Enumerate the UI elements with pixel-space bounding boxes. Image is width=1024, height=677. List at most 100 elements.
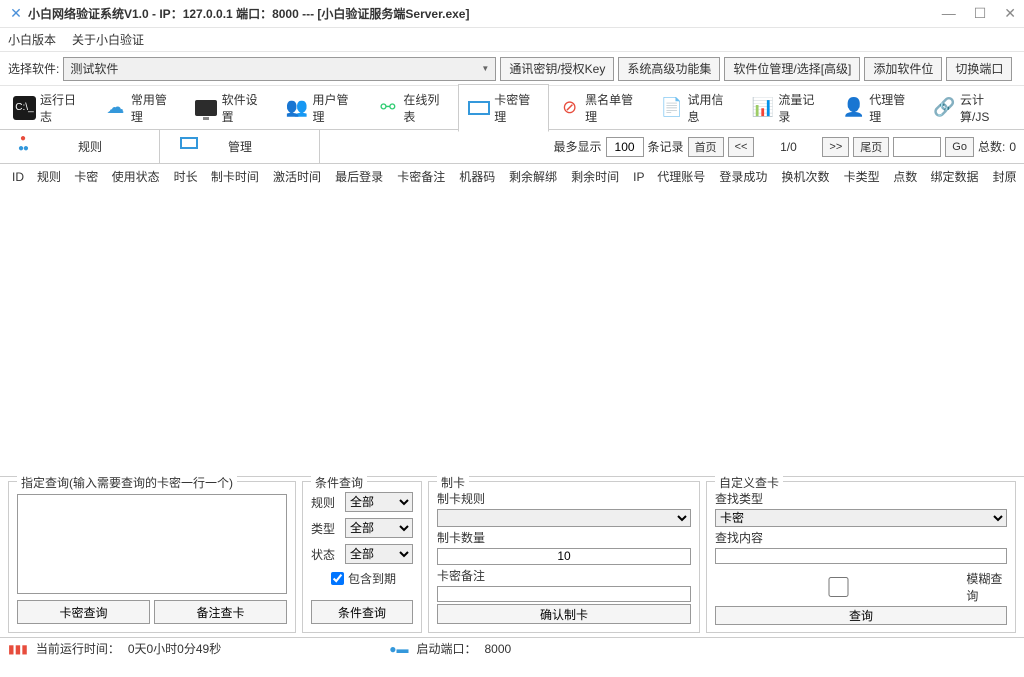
table-header[interactable]: 绑定数据 xyxy=(925,164,987,189)
rule-select[interactable]: 全部 xyxy=(345,492,413,512)
bottom-panels: 指定查询(输入需要查询的卡密一行一个) 卡密查询 备注查卡 条件查询 规则 全部… xyxy=(0,477,1024,637)
card-query-textarea[interactable] xyxy=(17,494,287,594)
max-label: 最多显示 xyxy=(554,138,602,155)
table-header[interactable]: ID xyxy=(0,164,31,189)
menu-about[interactable]: 关于小白验证 xyxy=(72,31,144,48)
table-header[interactable]: 换机次数 xyxy=(775,164,837,189)
chart-icon: 📊 xyxy=(751,96,774,120)
menu-version[interactable]: 小白版本 xyxy=(8,31,56,48)
paging-controls: 最多显示 条记录 首页 << 1/0 >> 尾页 Go 总数: 0 xyxy=(554,137,1024,157)
remark-query-button[interactable]: 备注查卡 xyxy=(154,600,287,624)
make-remark-label: 卡密备注 xyxy=(437,567,691,584)
port-label: 启动端口： xyxy=(416,640,476,657)
go-button[interactable]: Go xyxy=(945,137,974,157)
software-select[interactable]: 测试软件 xyxy=(63,57,496,81)
table-header[interactable]: 剩余时间 xyxy=(565,164,627,189)
table-header[interactable]: 卡密备注 xyxy=(391,164,453,189)
type-select[interactable]: 全部 xyxy=(345,518,413,538)
table-header[interactable]: IP xyxy=(627,164,651,189)
agent-icon: 👤 xyxy=(842,96,865,120)
tab-users[interactable]: 👥用户管理 xyxy=(277,84,368,132)
table-header[interactable]: 最后登录 xyxy=(329,164,391,189)
table-header[interactable]: 规则 xyxy=(31,164,68,189)
runtime-icon: ▮▮▮ xyxy=(8,642,28,656)
software-row: 选择软件: 测试软件 通讯密钥/授权Key 系统高级功能集 软件位管理/选择[高… xyxy=(0,52,1024,86)
make-rule-select[interactable] xyxy=(437,509,691,527)
table-header[interactable]: 代理账号 xyxy=(651,164,713,189)
tab-trial[interactable]: 📄试用信息 xyxy=(652,84,743,132)
panel-custom-query: 自定义查卡 查找类型 卡密 查找内容 模糊查询 查询 xyxy=(706,481,1016,633)
document-icon: 📄 xyxy=(661,96,684,120)
btn-add-slot[interactable]: 添加软件位 xyxy=(864,57,942,81)
tab-traffic[interactable]: 📊流量记录 xyxy=(742,84,833,132)
panel-specific-query: 指定查询(输入需要查询的卡密一行一个) 卡密查询 备注查卡 xyxy=(8,481,296,633)
first-page-button[interactable]: 首页 xyxy=(688,137,724,157)
sub-tab-rules[interactable]: 规则 xyxy=(0,130,160,163)
custom-query-button[interactable]: 查询 xyxy=(715,606,1007,625)
link-icon: 🔗 xyxy=(933,96,956,120)
table-header[interactable]: 剩余解绑 xyxy=(503,164,565,189)
tab-common[interactable]: ☁常用管理 xyxy=(95,84,186,132)
fuzzy-checkbox[interactable] xyxy=(715,577,962,597)
btn-advanced[interactable]: 系统高级功能集 xyxy=(618,57,720,81)
minimize-button[interactable]: — xyxy=(942,5,956,22)
sub-tab-manage[interactable]: 管理 xyxy=(160,130,320,163)
tab-cloud-js[interactable]: 🔗云计算/JS xyxy=(924,84,1020,132)
maximize-button[interactable]: ☐ xyxy=(974,5,987,22)
cloud-icon: ☁ xyxy=(104,96,127,120)
make-remark-input[interactable] xyxy=(437,586,691,603)
btn-slot-manage[interactable]: 软件位管理/选择[高级] xyxy=(724,57,860,81)
table-header[interactable]: 时长 xyxy=(168,164,205,189)
port-icon: ●▬ xyxy=(389,642,408,656)
last-page-button[interactable]: 尾页 xyxy=(853,137,889,157)
table-header[interactable]: 卡密 xyxy=(68,164,105,189)
ban-icon: ⊘ xyxy=(558,96,581,120)
port-value: 8000 xyxy=(484,642,511,656)
card-query-button[interactable]: 卡密查询 xyxy=(17,600,150,624)
search-content-input[interactable] xyxy=(715,548,1007,564)
max-input[interactable] xyxy=(606,137,644,157)
table-header[interactable]: 机器码 xyxy=(453,164,503,189)
rgb-icon xyxy=(20,137,40,157)
search-type-select[interactable]: 卡密 xyxy=(715,509,1007,527)
close-button[interactable]: ✕ xyxy=(1004,5,1016,22)
tab-settings[interactable]: 软件设置 xyxy=(186,84,277,132)
total-value: 0 xyxy=(1009,140,1016,154)
status-bar: ▮▮▮ 当前运行时间： 0天0小时0分49秒 ●▬ 启动端口： 8000 xyxy=(0,637,1024,659)
btn-switch-port[interactable]: 切换端口 xyxy=(946,57,1012,81)
records-label: 条记录 xyxy=(648,138,684,155)
condition-query-button[interactable]: 条件查询 xyxy=(311,600,413,624)
table-header[interactable]: 制卡时间 xyxy=(205,164,267,189)
fuzzy-label: 模糊查询 xyxy=(966,570,1007,604)
confirm-make-button[interactable]: 确认制卡 xyxy=(437,604,691,624)
include-expired-checkbox[interactable] xyxy=(331,572,344,585)
table-header[interactable]: 点数 xyxy=(887,164,924,189)
table-header[interactable]: 激活时间 xyxy=(267,164,329,189)
tab-agent[interactable]: 👤代理管理 xyxy=(833,84,924,132)
table-header[interactable]: 登录成功 xyxy=(713,164,775,189)
btn-auth-key[interactable]: 通讯密钥/授权Key xyxy=(500,57,614,81)
next-page-button[interactable]: >> xyxy=(822,137,849,157)
data-table: ID规则卡密使用状态时长制卡时间激活时间最后登录卡密备注机器码剩余解绑剩余时间I… xyxy=(0,164,1024,189)
rule-label: 规则 xyxy=(311,494,339,511)
table-header[interactable]: 卡类型 xyxy=(838,164,888,189)
table-header[interactable]: 封原 xyxy=(987,164,1024,189)
type-label: 类型 xyxy=(311,520,339,537)
prev-page-button[interactable]: << xyxy=(728,137,755,157)
runtime-value: 0天0小时0分49秒 xyxy=(128,640,221,657)
table-header[interactable]: 使用状态 xyxy=(106,164,168,189)
status-select[interactable]: 全部 xyxy=(345,544,413,564)
title-bar: ✕ 小白网络验证系统V1.0 - IP：127.0.0.1 端口：8000 --… xyxy=(0,0,1024,28)
tab-runlog[interactable]: C:\_运行日志 xyxy=(4,84,95,132)
panel-title: 制卡 xyxy=(437,474,469,491)
goto-input[interactable] xyxy=(893,137,941,157)
make-qty-input[interactable] xyxy=(437,548,691,565)
menu-bar: 小白版本 关于小白验证 xyxy=(0,28,1024,52)
tab-online[interactable]: ⚯在线列表 xyxy=(367,84,458,132)
total-label: 总数: xyxy=(978,138,1005,155)
table-area[interactable]: ID规则卡密使用状态时长制卡时间激活时间最后登录卡密备注机器码剩余解绑剩余时间I… xyxy=(0,164,1024,477)
panel-title: 自定义查卡 xyxy=(715,474,783,491)
tab-blacklist[interactable]: ⊘黑名单管理 xyxy=(549,84,651,132)
panel-title: 条件查询 xyxy=(311,474,367,491)
tab-card[interactable]: 卡密管理 xyxy=(458,84,549,132)
